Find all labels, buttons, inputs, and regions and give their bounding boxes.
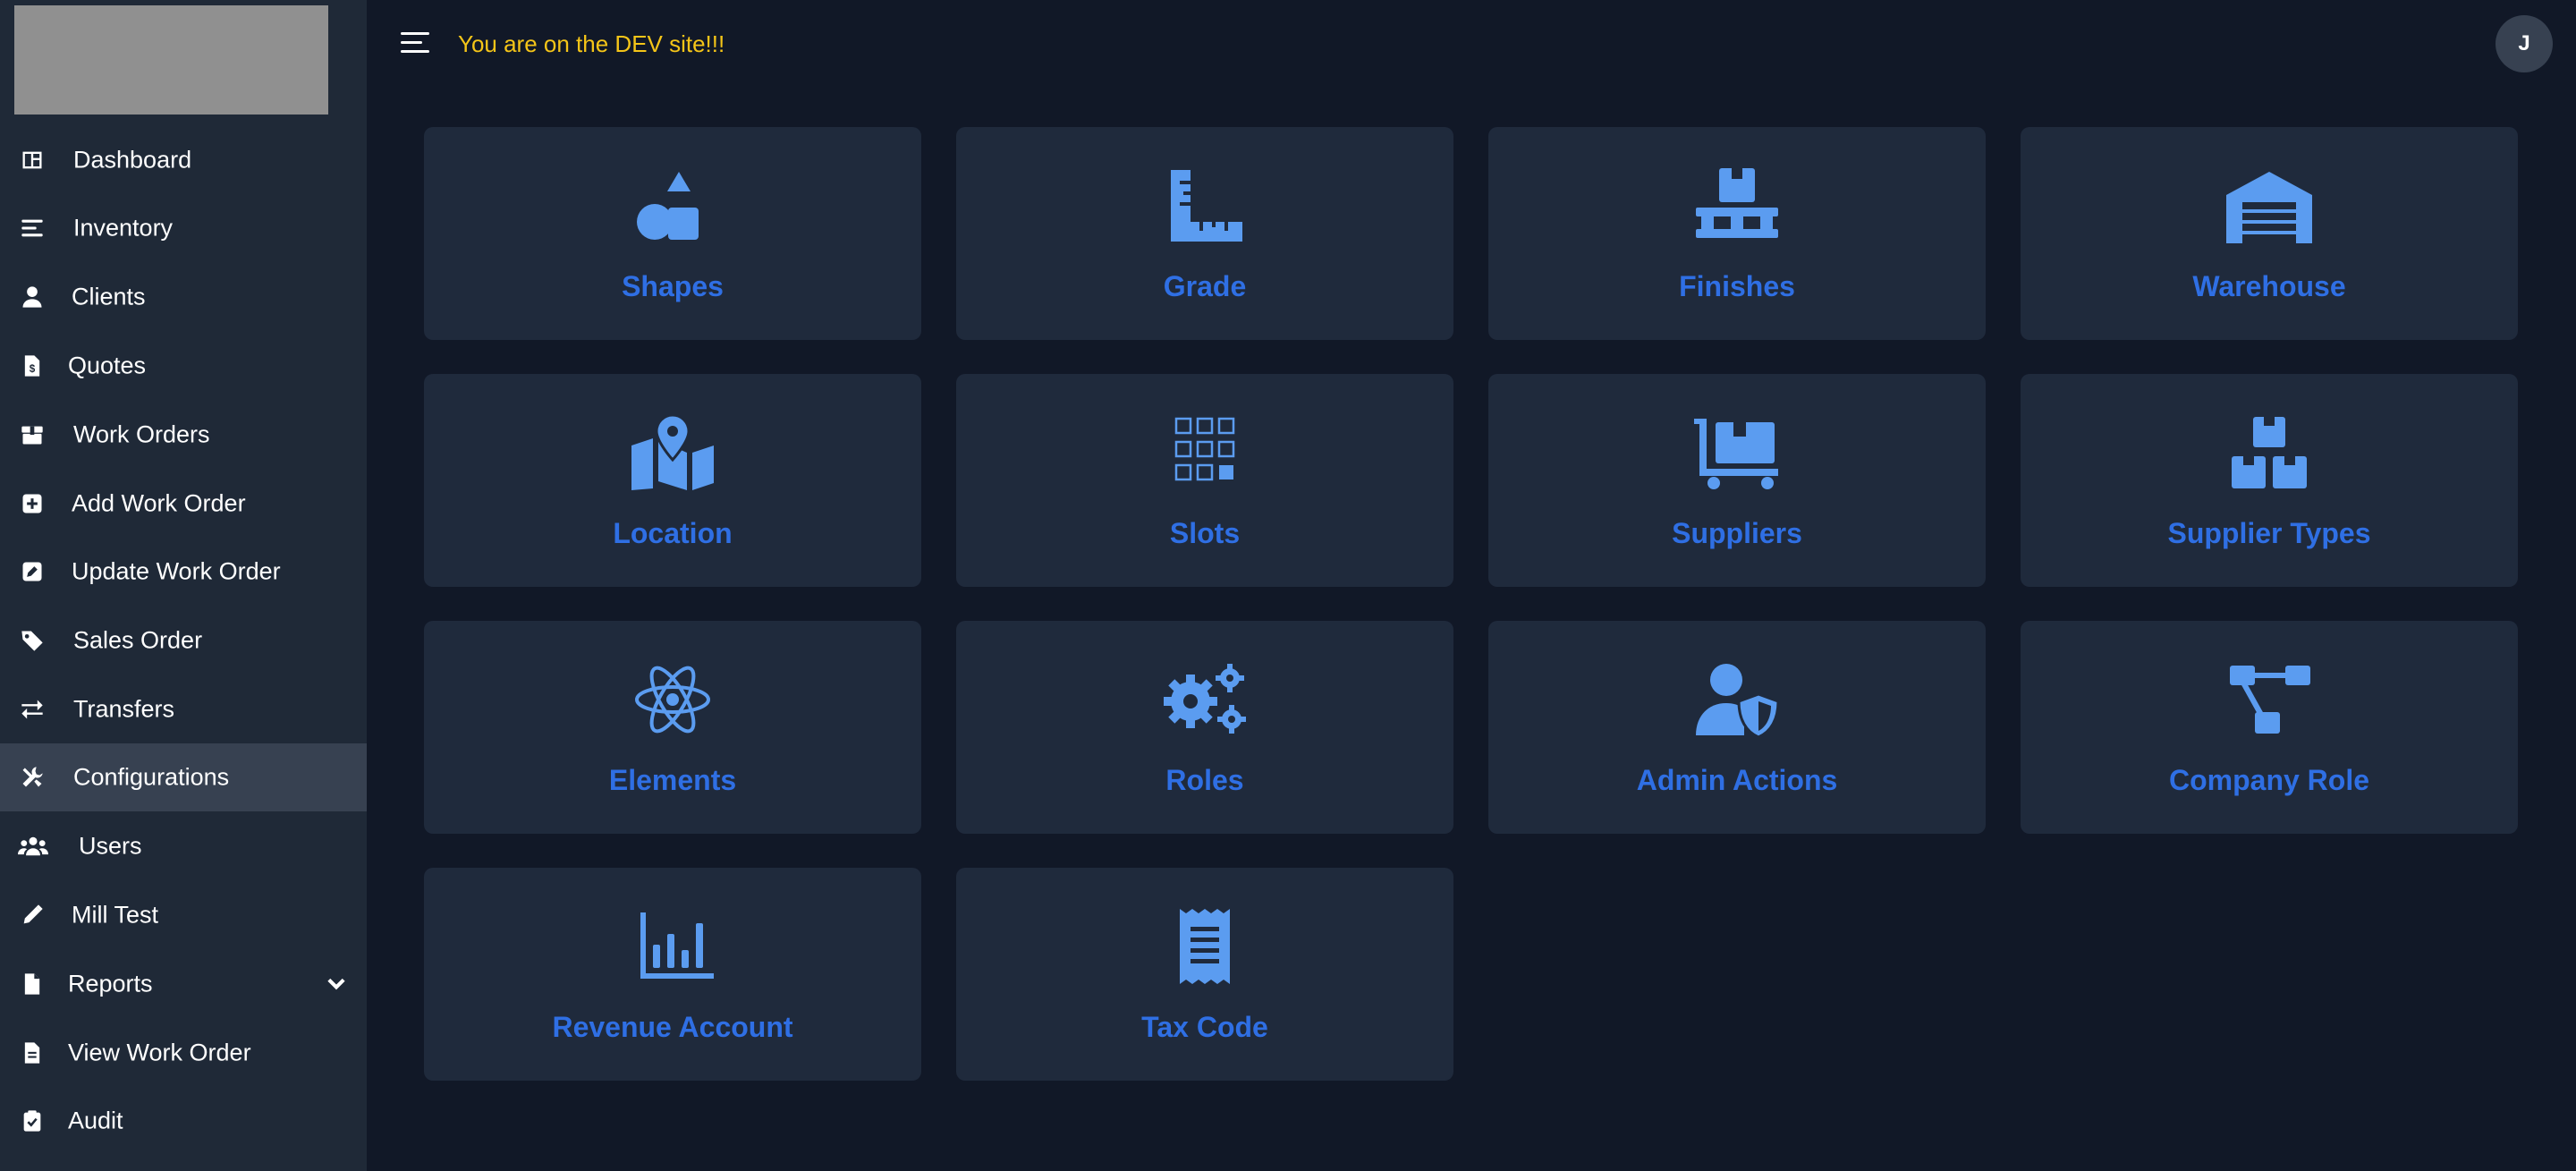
config-card-grade[interactable]: Grade xyxy=(956,127,1453,340)
sidebar-item-label: Dashboard xyxy=(73,146,192,174)
card-label: Finishes xyxy=(1679,270,1795,302)
sidebar-item-label: Update Work Order xyxy=(72,557,281,585)
config-card-supplier-types[interactable]: Supplier Types xyxy=(2021,374,2518,587)
config-card-finishes[interactable]: Finishes xyxy=(1488,127,1986,340)
dashboard-icon xyxy=(20,148,45,173)
card-label: Revenue Account xyxy=(552,1011,793,1043)
sidebar-item-label: Mill Test xyxy=(72,901,159,929)
sidebar-item-label: Audit xyxy=(68,1107,123,1134)
config-card-shapes[interactable]: Shapes xyxy=(424,127,921,340)
stacked-boxes-icon xyxy=(2224,415,2314,490)
chevron-down-icon[interactable] xyxy=(324,972,349,997)
config-card-warehouse[interactable]: Warehouse xyxy=(2021,127,2518,340)
sidebar-item-label: Work Orders xyxy=(73,420,210,448)
config-card-tax-code[interactable]: Tax Code xyxy=(956,868,1453,1081)
config-card-elements[interactable]: Elements xyxy=(424,621,921,834)
atom-icon xyxy=(628,662,717,737)
sidebar-item-label: Add Work Order xyxy=(72,489,246,517)
sidebar-item-view-work-order[interactable]: View Work Order xyxy=(0,1019,367,1087)
card-label: Slots xyxy=(1169,517,1241,549)
sidebar-item-reports[interactable]: Reports xyxy=(0,950,367,1018)
card-label: Roles xyxy=(1165,764,1244,796)
sidebar-item-label: Inventory xyxy=(73,214,174,242)
sidebar-item-label: Configurations xyxy=(73,763,230,791)
user-shield-icon xyxy=(1692,662,1782,737)
warehouse-icon xyxy=(2224,168,2314,243)
app: Dashboard Inventory Clients $ Quotes Wor… xyxy=(0,0,2576,1171)
users-icon xyxy=(18,834,48,859)
sidebar-item-label: Transfers xyxy=(73,695,175,723)
config-card-revenue-account[interactable]: Revenue Account xyxy=(424,868,921,1081)
sidebar-item-add-work-order[interactable]: Add Work Order xyxy=(0,470,367,538)
card-label: Location xyxy=(613,517,733,549)
list-icon xyxy=(20,216,45,241)
sidebar-item-label: View Work Order xyxy=(68,1039,251,1066)
config-card-suppliers[interactable]: Suppliers xyxy=(1488,374,1986,587)
card-label: Shapes xyxy=(622,270,724,302)
invoice-icon: $ xyxy=(20,353,45,378)
config-card-location[interactable]: Location xyxy=(424,374,921,587)
map-location-icon xyxy=(628,415,717,490)
dolly-boxes-icon xyxy=(1692,415,1782,490)
config-card-company-role[interactable]: Company Role xyxy=(2021,621,2518,834)
sidebar-item-label: Sales Order xyxy=(73,626,203,654)
sidebar-item-users[interactable]: Users xyxy=(0,812,367,880)
card-label: Company Role xyxy=(2168,764,2370,796)
gears-icon xyxy=(1160,662,1250,737)
sitemap-icon xyxy=(2224,662,2314,737)
sidebar-item-transfers[interactable]: Transfers xyxy=(0,675,367,743)
sidebar-item-label: Clients xyxy=(72,283,146,310)
svg-text:$: $ xyxy=(30,363,36,375)
card-label: Elements xyxy=(608,764,737,796)
dev-site-banner: You are on the DEV site!!! xyxy=(458,30,725,57)
file-lines-icon xyxy=(20,1040,45,1065)
config-card-slots[interactable]: Slots xyxy=(956,374,1453,587)
file-icon xyxy=(20,972,45,997)
sidebar-item-label: Users xyxy=(79,832,142,860)
ruler-combined-icon xyxy=(1160,168,1250,243)
logo-placeholder[interactable] xyxy=(14,5,328,115)
sidebar-item-clients[interactable]: Clients xyxy=(0,263,367,331)
box-icon xyxy=(20,422,45,447)
sidebar-item-mill-test[interactable]: Mill Test xyxy=(0,881,367,949)
grid-slots-icon xyxy=(1160,415,1250,490)
user-icon xyxy=(20,284,45,310)
sidebar-item-configurations[interactable]: Configurations xyxy=(0,743,367,811)
chart-column-icon xyxy=(628,909,717,984)
card-label: Grade xyxy=(1163,270,1247,302)
config-card-roles[interactable]: Roles xyxy=(956,621,1453,834)
tag-icon xyxy=(20,628,45,653)
pallet-box-icon xyxy=(1692,168,1782,243)
config-card-admin-actions[interactable]: Admin Actions xyxy=(1488,621,1986,834)
shapes-icon xyxy=(628,168,717,243)
card-label: Suppliers xyxy=(1672,517,1802,549)
sidebar: Dashboard Inventory Clients $ Quotes Wor… xyxy=(0,0,367,1171)
pen-icon xyxy=(20,903,45,928)
card-label: Warehouse xyxy=(2192,270,2346,302)
sidebar-item-label: Reports xyxy=(68,970,153,997)
menu-toggle-icon[interactable] xyxy=(401,29,433,57)
sidebar-item-inventory[interactable]: Inventory xyxy=(0,194,367,262)
sidebar-item-update-work-order[interactable]: Update Work Order xyxy=(0,538,367,606)
edit-square-icon xyxy=(20,559,45,584)
tools-icon xyxy=(20,765,45,790)
sidebar-item-quotes[interactable]: $ Quotes xyxy=(0,332,367,400)
plus-square-icon xyxy=(20,491,45,516)
card-label: Tax Code xyxy=(1141,1011,1268,1043)
sidebar-item-dashboard[interactable]: Dashboard xyxy=(0,126,367,194)
card-label: Admin Actions xyxy=(1636,764,1838,796)
sidebar-item-work-orders[interactable]: Work Orders xyxy=(0,401,367,469)
user-avatar[interactable]: J xyxy=(2496,15,2553,72)
clipboard-check-icon xyxy=(20,1108,45,1133)
sidebar-item-sales-order[interactable]: Sales Order xyxy=(0,607,367,675)
card-label: Supplier Types xyxy=(2167,517,2371,549)
receipt-icon xyxy=(1160,909,1250,984)
transfer-arrows-icon xyxy=(20,697,45,722)
sidebar-item-label: Quotes xyxy=(68,352,147,379)
sidebar-item-audit[interactable]: Audit xyxy=(0,1087,367,1155)
